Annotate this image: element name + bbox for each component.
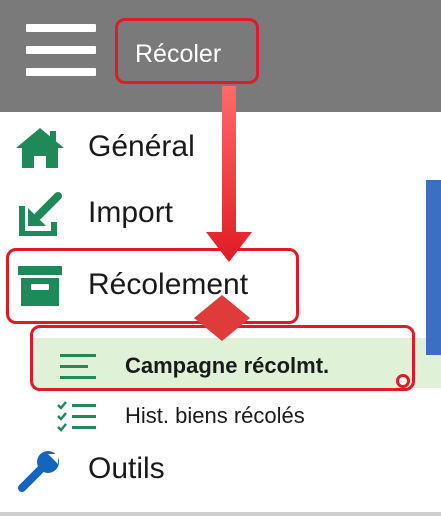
- recolement-highlight-box: [6, 248, 299, 324]
- nav-label-general: Général: [88, 130, 195, 163]
- nav-item-general[interactable]: Général: [0, 120, 441, 174]
- highlight-resize-dot: [396, 374, 410, 388]
- nav-item-import[interactable]: Import: [0, 186, 200, 240]
- arrow-down-to-recolement-icon: [206, 86, 252, 262]
- nav-item-outils[interactable]: Outils: [0, 442, 200, 496]
- sub-item-historique[interactable]: Hist. biens récolés: [0, 394, 360, 434]
- wrench-icon: [18, 451, 59, 492]
- bottom-divider: [0, 512, 441, 516]
- campagne-highlight-box: [30, 325, 415, 391]
- sub-label-historique: Hist. biens récolés: [125, 403, 305, 428]
- checklist-icon: [57, 401, 96, 432]
- nav-label-outils: Outils: [88, 452, 165, 485]
- hamburger-menu-icon[interactable]: [26, 24, 96, 76]
- title-highlight-box: [115, 18, 259, 84]
- import-icon: [19, 192, 62, 236]
- home-icon: [16, 128, 64, 168]
- nav-label-import: Import: [88, 196, 174, 229]
- content-panel-edge: [426, 180, 441, 355]
